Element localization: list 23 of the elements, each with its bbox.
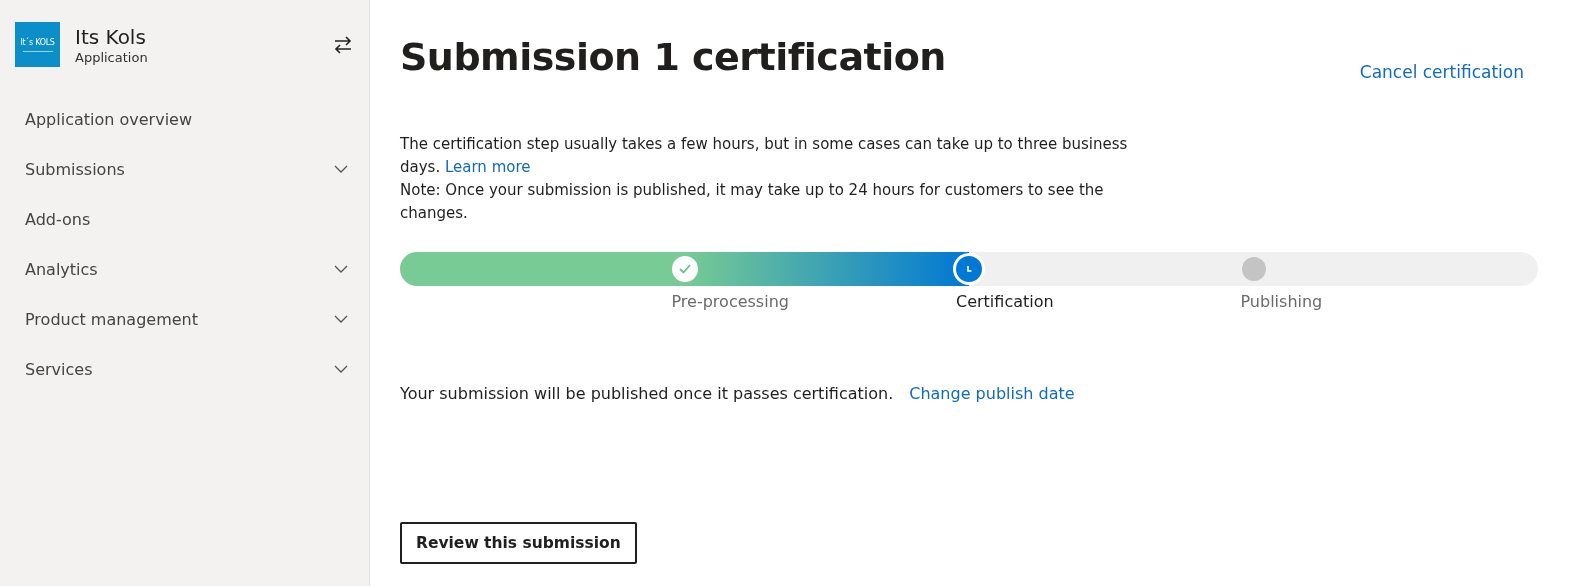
step-label: Certification [956, 292, 1054, 311]
review-button[interactable]: Review this submission [400, 522, 637, 564]
page-title: Submission 1 certification [400, 35, 946, 79]
cancel-link[interactable]: Cancel certification [1359, 62, 1524, 82]
pending-dot-icon [1241, 257, 1266, 281]
nav-item[interactable]: Submissions [0, 144, 369, 194]
nav-item[interactable]: Add-ons [0, 194, 369, 244]
nav-item[interactable]: Analytics [0, 244, 369, 294]
nav-item[interactable]: Product management [0, 294, 369, 344]
app-logo: It´s KOLS [15, 22, 60, 67]
learn-more-link[interactable]: Learn more [444, 158, 531, 176]
intro-text: The certification step usually takes a few hours, but in some cases can take up to three business days. Learn more [400, 134, 1129, 178]
switch-icon[interactable] [333, 35, 353, 54]
clock-icon [953, 253, 985, 285]
step-label: Pre-processing [671, 292, 789, 311]
app-type: Application [75, 50, 149, 65]
publish-text: Your submission will be published once it passes certification. [400, 384, 894, 403]
nav-item[interactable]: Services [0, 344, 369, 394]
step-label: Publishing [1240, 292, 1323, 311]
note-text: Note: Once your submission is published, it may take up to 24 hours for customers to see the changes. [400, 180, 1105, 224]
app-name: Its Kols [75, 24, 147, 50]
nav-item[interactable]: Application overview [0, 94, 369, 144]
change-date-link[interactable]: Change publish date [909, 384, 1075, 403]
